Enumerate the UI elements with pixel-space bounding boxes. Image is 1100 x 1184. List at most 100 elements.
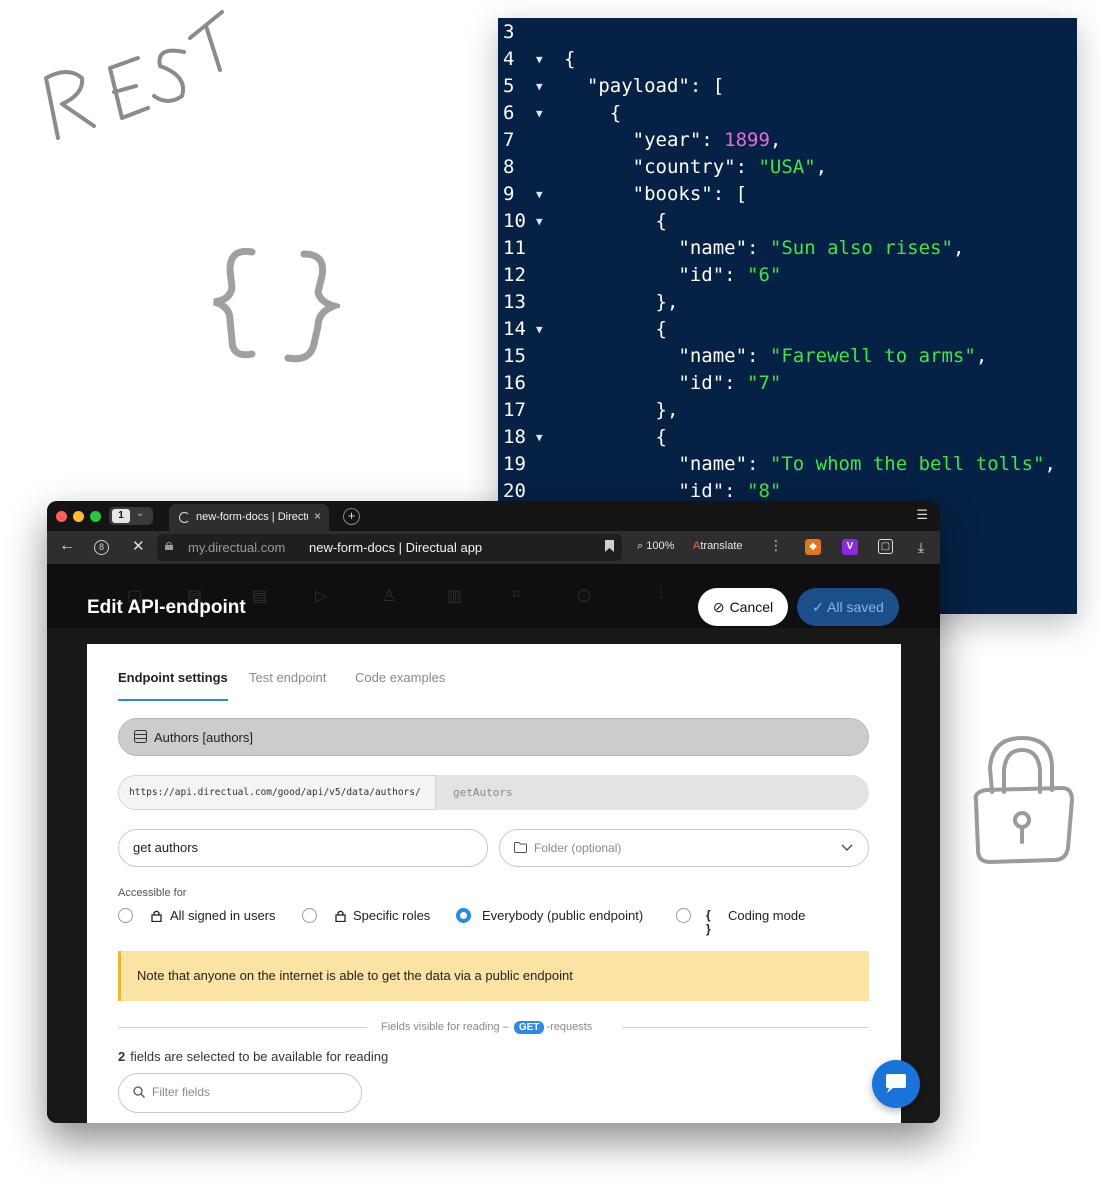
endpoint-url-prefix: https://api.directual.com/good/api/v5/da…	[118, 775, 436, 810]
filter-placeholder: Filter fields	[152, 1085, 211, 1099]
folder-icon	[514, 842, 527, 853]
code-text: "books": [	[564, 181, 747, 208]
bookmark-icon[interactable]	[605, 540, 614, 552]
browser-tab[interactable]: new-form-docs | Directual app ×	[169, 504, 329, 531]
endpoint-url-group: https://api.directual.com/good/api/v5/da…	[118, 775, 869, 810]
cancel-button[interactable]: ⊘ Cancel	[698, 588, 788, 626]
code-punctuation: {	[564, 210, 667, 232]
download-icon[interactable]: ⤓	[913, 539, 929, 555]
line-number: 15	[503, 345, 526, 367]
folder-select[interactable]: Folder (optional)	[499, 829, 869, 867]
chat-support-button[interactable]	[872, 1060, 920, 1108]
workspace-switcher[interactable]: 1 ⌄	[109, 507, 153, 525]
code-punctuation: "id":	[564, 372, 748, 394]
code-punctuation: ,	[975, 345, 988, 367]
page-title: Edit API-endpoint	[87, 597, 246, 618]
line-number: 16	[503, 372, 526, 394]
fields-count: 2	[118, 1049, 126, 1064]
tab-code-examples[interactable]: Code examples	[355, 670, 445, 699]
code-line: 13 },	[498, 289, 1077, 316]
code-line: 12 "id": "6"	[498, 262, 1077, 289]
radio-button[interactable]	[302, 908, 317, 923]
new-tab-button[interactable]: +	[343, 508, 360, 525]
code-text: "name": "To whom the bell tolls",	[564, 451, 1056, 478]
radio-button-selected[interactable]	[456, 908, 471, 923]
fold-arrow-icon[interactable]: ▼	[536, 424, 543, 451]
address-bar-row: ← 8 ✕ my.directual.com new-form-docs | D…	[47, 531, 940, 564]
search-icon	[133, 1086, 145, 1098]
code-punctuation: {	[564, 318, 667, 340]
code-line: 7 "year": 1899,	[498, 127, 1077, 154]
fold-arrow-icon[interactable]: ▼	[536, 100, 543, 127]
code-punctuation: ,	[769, 129, 782, 151]
minimize-window-button[interactable]	[73, 511, 84, 522]
filter-fields-input[interactable]: Filter fields	[118, 1073, 362, 1113]
address-domain: my.directual.com	[188, 540, 286, 555]
code-string: "Farewell to arms"	[769, 345, 976, 367]
line-number: 11	[503, 237, 526, 259]
notice-text: Note that anyone on the internet is able…	[137, 968, 573, 983]
collection-select[interactable]: Authors [authors]	[118, 718, 869, 756]
code-punctuation: "books": [	[564, 183, 748, 205]
fields-visible-heading: Fields visible for reading – GET -request…	[381, 1021, 592, 1034]
address-field[interactable]: my.directual.com new-form-docs | Directu…	[157, 534, 622, 561]
faint-app-icon: ♙	[382, 588, 397, 605]
line-number: 12	[503, 264, 526, 286]
all-saved-button[interactable]: ✓ All saved	[797, 588, 899, 626]
endpoint-slug-input[interactable]: getAutors	[453, 775, 513, 810]
more-menu-icon[interactable]: ⋮	[769, 537, 783, 554]
line-number: 8	[503, 156, 515, 178]
code-punctuation: },	[564, 399, 679, 421]
get-method-badge: GET	[513, 1021, 545, 1034]
code-punctuation: ,	[1044, 453, 1056, 475]
line-number: 10	[503, 210, 526, 232]
code-punctuation: {	[564, 102, 622, 124]
code-line: 9 ▼ "books": [	[498, 181, 1077, 208]
fold-arrow-icon[interactable]: ▼	[536, 73, 543, 100]
translate-button[interactable]: Atranslate	[693, 540, 743, 552]
code-string: "7"	[747, 372, 782, 394]
code-punctuation: {	[564, 426, 667, 448]
tab-menu-icon[interactable]: ☰	[916, 507, 928, 523]
shield-icon[interactable]: 8	[94, 540, 109, 555]
code-text: "payload": [	[564, 73, 724, 100]
line-number: 17	[503, 399, 526, 421]
close-tab-icon[interactable]: ×	[314, 509, 321, 523]
radio-button[interactable]	[118, 908, 133, 923]
zoom-window-button[interactable]	[90, 511, 101, 522]
fold-arrow-icon[interactable]: ▼	[536, 316, 543, 343]
code-line: 15 "name": "Farewell to arms",	[498, 343, 1077, 370]
code-string: "To whom the bell tolls"	[769, 453, 1045, 475]
v-extension-icon[interactable]: V	[842, 539, 858, 555]
fold-arrow-icon[interactable]: ▼	[536, 46, 543, 73]
workspace-number: 1	[112, 509, 130, 523]
fold-arrow-icon[interactable]: ▼	[536, 208, 543, 235]
tab-test-endpoint[interactable]: Test endpoint	[249, 670, 326, 699]
code-text: "name": "Sun also rises",	[564, 235, 964, 262]
tab-endpoint-settings[interactable]: Endpoint settings	[118, 670, 228, 701]
code-line: 11 "name": "Sun also rises",	[498, 235, 1077, 262]
code-number: 1899	[724, 129, 770, 151]
code-text: },	[564, 397, 679, 424]
code-punctuation: "name":	[564, 237, 770, 259]
curly-braces-icon: { }	[706, 908, 711, 936]
puzzle-extension-icon[interactable]: ▢	[878, 539, 893, 554]
line-number: 19	[503, 453, 526, 475]
divider	[118, 1027, 367, 1028]
line-number: 13	[503, 291, 526, 313]
access-option-label: Coding mode	[728, 908, 806, 923]
stop-loading-icon[interactable]: ✕	[132, 537, 145, 555]
close-window-button[interactable]	[56, 511, 67, 522]
back-arrow-icon[interactable]: ←	[59, 537, 75, 555]
fold-arrow-icon[interactable]: ▼	[536, 181, 543, 208]
code-punctuation: "id":	[564, 264, 748, 286]
endpoint-name-input[interactable]: get authors	[118, 829, 488, 867]
fox-extension-icon[interactable]: ◆	[805, 539, 821, 555]
cancel-icon: ⊘	[712, 598, 725, 615]
code-line: 17 },	[498, 397, 1077, 424]
code-line: 18 ▼ {	[498, 424, 1077, 451]
line-number: 3	[503, 21, 515, 43]
radio-button[interactable]	[676, 908, 691, 923]
access-option-label: Specific roles	[353, 908, 431, 923]
zoom-indicator[interactable]: ⌕ 100%	[637, 540, 674, 553]
